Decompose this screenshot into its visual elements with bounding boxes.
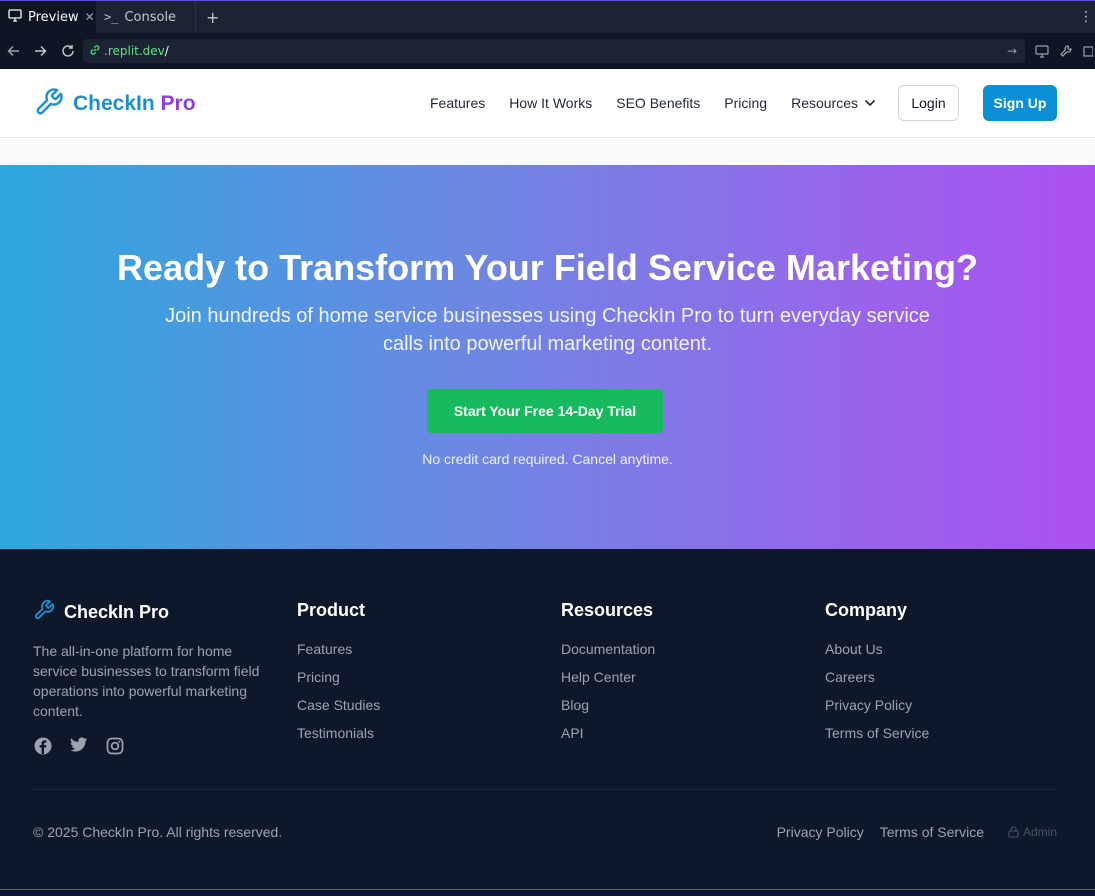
tab-console[interactable]: >_ Console <box>96 1 196 33</box>
footer-link-help-center[interactable]: Help Center <box>561 669 655 697</box>
monitor-icon <box>8 8 22 26</box>
link-icon <box>89 44 101 59</box>
footer-column-title: Resources <box>561 600 654 620</box>
tab-console-label: Console <box>124 9 177 25</box>
nav-resources[interactable]: Resources <box>791 95 876 111</box>
footer-link-case-studies[interactable]: Case Studies <box>297 697 380 725</box>
twitter-icon[interactable] <box>70 737 88 755</box>
nav-features[interactable]: Features <box>430 95 485 111</box>
wrench-icon[interactable] <box>1059 44 1073 58</box>
start-trial-button[interactable]: Start Your Free 14-Day Trial <box>427 389 663 433</box>
footer-brand-name: CheckIn Pro <box>64 601 170 622</box>
url-path: / <box>164 44 169 58</box>
wrench-icon <box>34 87 64 121</box>
reload-button[interactable] <box>54 33 81 69</box>
nav-pricing[interactable]: Pricing <box>724 95 767 111</box>
footer-column-resources: Resources Documentation Help Center Blog… <box>561 600 655 753</box>
footer-column-title: Company <box>825 600 908 620</box>
wrench-icon <box>33 599 55 625</box>
footer-link-pricing[interactable]: Pricing <box>297 669 380 697</box>
browser-url-bar: .replit.dev / → <box>0 33 1095 69</box>
add-tab-button[interactable]: + <box>196 1 229 33</box>
footer-column-title: Product <box>297 600 366 620</box>
terminal-icon: >_ <box>104 10 119 24</box>
url-input[interactable]: .replit.dev / → <box>83 39 1025 63</box>
arrow-left-icon <box>7 45 19 57</box>
footer-link-documentation[interactable]: Documentation <box>561 641 655 669</box>
footer-link-testimonials[interactable]: Testimonials <box>297 725 380 753</box>
hero-subtitle: Join hundreds of home service businesses… <box>165 305 930 355</box>
logo-text-checkin: CheckIn <box>73 92 155 115</box>
arrow-right-icon <box>35 45 47 57</box>
close-icon[interactable]: ✕ <box>85 10 95 24</box>
facebook-icon[interactable] <box>34 737 52 755</box>
url-host: .replit.dev <box>104 44 165 58</box>
footer-link-terms-of-service[interactable]: Terms of Service <box>825 725 929 753</box>
chevron-down-icon <box>864 99 876 107</box>
nav-resources-label: Resources <box>791 95 858 111</box>
back-button[interactable] <box>0 33 27 69</box>
login-button[interactable]: Login <box>898 85 959 121</box>
logo-text-pro: Pro <box>160 92 196 115</box>
footer-link-features[interactable]: Features <box>297 641 380 669</box>
window-bottom-border <box>0 889 1095 896</box>
footer-divider <box>33 789 1057 790</box>
browser-tab-bar: Preview ✕ >_ Console + ⋮ <box>0 0 1095 33</box>
footer-logo[interactable]: CheckIn Pro <box>33 599 169 625</box>
copyright-text: © 2025 CheckIn Pro. All rights reserved. <box>33 824 283 840</box>
tab-preview-label: Preview <box>28 9 79 25</box>
footer-link-privacy-policy[interactable]: Privacy Policy <box>825 697 929 725</box>
site-footer: CheckIn Pro The all-in-one platform for … <box>0 549 1095 889</box>
site-header: CheckIn Pro Features How It Works SEO Be… <box>0 69 1095 138</box>
bottom-link-privacy-policy[interactable]: Privacy Policy <box>777 824 864 840</box>
footer-link-blog[interactable]: Blog <box>561 697 655 725</box>
footer-link-api[interactable]: API <box>561 725 655 753</box>
instagram-icon[interactable] <box>106 737 124 755</box>
signup-button[interactable]: Sign Up <box>983 85 1057 121</box>
cta-hero-section: Ready to Transform Your Field Service Ma… <box>0 165 1095 549</box>
footer-link-careers[interactable]: Careers <box>825 669 929 697</box>
footer-column-product: Product Features Pricing Case Studies Te… <box>297 600 380 753</box>
hero-note: No credit card required. Cancel anytime. <box>422 451 673 467</box>
browser-tools <box>1035 33 1095 69</box>
admin-label: Admin <box>1022 825 1057 839</box>
lock-icon <box>1008 826 1019 838</box>
menu-icon[interactable]: ⋮ <box>1079 1 1095 33</box>
footer-bottom-links: Privacy Policy Terms of Service Admin <box>777 824 1057 840</box>
devices-icon[interactable] <box>1035 44 1049 58</box>
forward-button[interactable] <box>27 33 54 69</box>
open-arrow-icon[interactable]: → <box>1007 44 1017 58</box>
footer-link-about-us[interactable]: About Us <box>825 641 929 669</box>
nav-how-it-works[interactable]: How It Works <box>509 95 592 111</box>
footer-description: The all-in-one platform for home service… <box>33 643 260 719</box>
bottom-link-terms-of-service[interactable]: Terms of Service <box>880 824 984 840</box>
tab-preview[interactable]: Preview ✕ <box>0 1 96 33</box>
main-nav: Features How It Works SEO Benefits Prici… <box>430 69 876 137</box>
footer-column-company: Company About Us Careers Privacy Policy … <box>825 600 929 753</box>
hero-title: Ready to Transform Your Field Service Ma… <box>117 247 978 288</box>
section-spacer <box>0 138 1095 165</box>
external-link-icon[interactable] <box>1083 44 1093 58</box>
social-links <box>34 737 124 755</box>
admin-link[interactable]: Admin <box>1008 825 1057 839</box>
site-logo[interactable]: CheckIn Pro <box>34 87 196 121</box>
reload-icon <box>61 45 74 57</box>
nav-seo-benefits[interactable]: SEO Benefits <box>616 95 700 111</box>
